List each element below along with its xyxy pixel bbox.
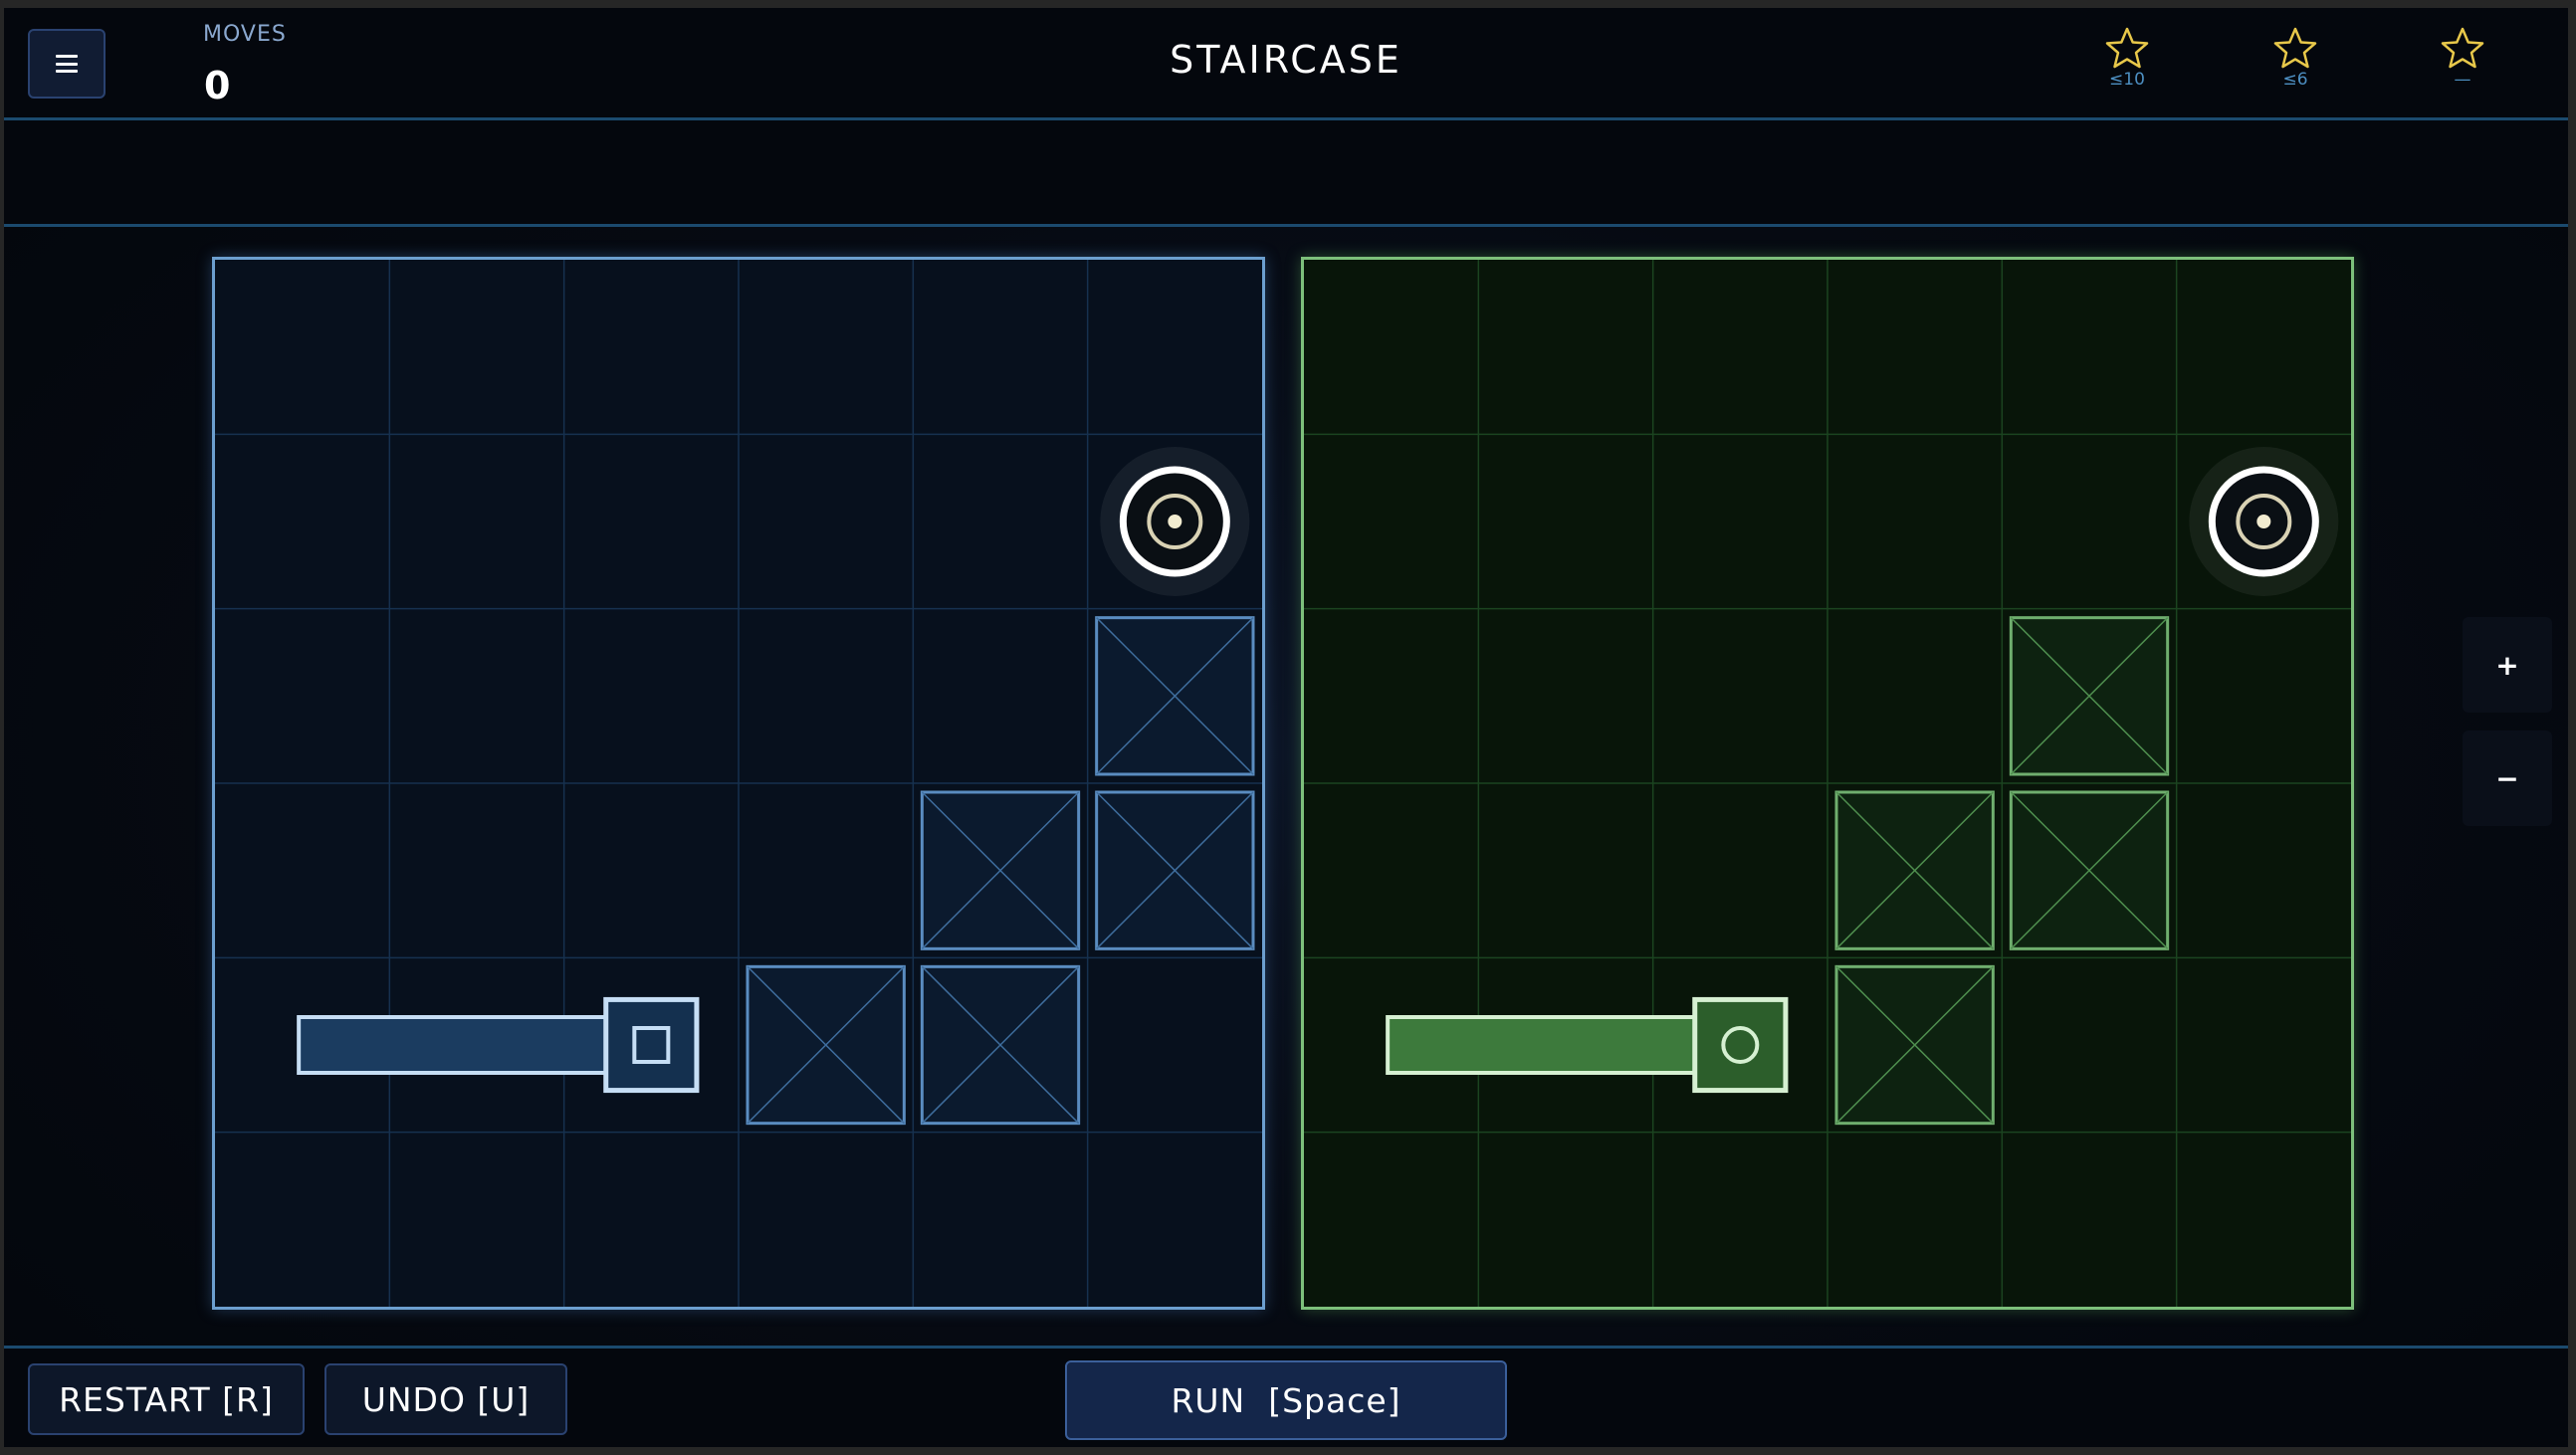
zoom-out-button[interactable]: −	[2463, 730, 2552, 826]
game-window: MOVES 0 STAIRCASE ≤10 ≤6 — + − RESTART […	[4, 8, 2568, 1447]
crate-block	[1834, 964, 1995, 1126]
crate-block	[1095, 790, 1255, 950]
level-title: STAIRCASE	[1170, 38, 1402, 82]
crate-block	[2009, 616, 2170, 776]
top-bar: MOVES 0 STAIRCASE ≤10 ≤6 —	[4, 8, 2568, 120]
star-goal-3: —	[2423, 26, 2502, 90]
star-goal-1: ≤10	[2087, 26, 2167, 90]
crate-block	[1095, 616, 1255, 776]
grid-lines	[215, 260, 1262, 1307]
undo-button[interactable]: UNDO [U]	[324, 1363, 567, 1435]
hint-bar	[4, 120, 2568, 227]
target-icon	[1100, 447, 1250, 596]
star-goal-threshold: ≤10	[2109, 70, 2145, 90]
star-goal-2: ≤6	[2255, 26, 2335, 90]
right-board-grid	[1304, 260, 2351, 1307]
crate-block	[2009, 790, 2170, 950]
piston	[297, 996, 700, 1094]
left-board[interactable]	[212, 257, 1265, 1310]
restart-button[interactable]: RESTART [R]	[28, 1363, 305, 1435]
crate-block	[1834, 790, 1995, 950]
piston	[1386, 996, 1789, 1094]
crate-block	[920, 790, 1081, 950]
run-button[interactable]: RUN [Space]	[1065, 1360, 1507, 1440]
star-outline-icon	[2105, 27, 2149, 69]
crate-block	[746, 964, 906, 1126]
grid-lines	[1304, 260, 2351, 1307]
star-outline-icon	[2273, 27, 2317, 69]
zoom-in-button[interactable]: +	[2463, 617, 2552, 713]
bottom-bar: RESTART [R] UNDO [U] RUN [Space]	[4, 1346, 2568, 1447]
crate-block	[920, 964, 1081, 1126]
right-board[interactable]	[1301, 257, 2354, 1310]
star-outline-icon	[2441, 27, 2484, 69]
star-goal-threshold: ≤6	[2282, 70, 2308, 90]
target-icon	[2189, 447, 2339, 596]
star-goal-threshold: —	[2454, 70, 2471, 90]
left-board-grid	[215, 260, 1262, 1307]
